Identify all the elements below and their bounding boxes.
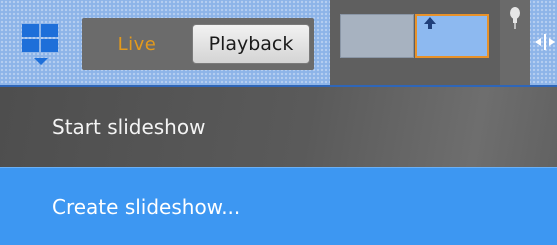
layout-thumbnail[interactable] [340, 14, 414, 58]
top-toolbar: Live Playback [0, 0, 557, 87]
menu-item-create-slideshow[interactable]: Create slideshow... [0, 167, 557, 245]
menu-item-label: Start slideshow [52, 115, 206, 139]
slideshow-dropdown-menu: Start slideshow Create slideshow... [0, 87, 557, 245]
tab-playback[interactable]: Playback [192, 24, 310, 64]
tab-live[interactable]: Live [82, 18, 192, 70]
layout-thumbnails-panel [330, 0, 500, 87]
layout-thumbnail-selected[interactable] [415, 14, 489, 58]
resize-horizontal-icon[interactable] [533, 32, 557, 52]
grid-layout-icon [22, 24, 58, 52]
menu-item-label: Create slideshow... [52, 194, 241, 219]
layouts-menu-button[interactable] [18, 8, 66, 76]
mode-switcher: Live Playback [82, 18, 314, 70]
pin-icon[interactable] [507, 6, 523, 30]
app-window: Live Playback Start slideshow Create sli… [0, 0, 557, 245]
caret-down-icon [34, 58, 48, 65]
menu-item-start-slideshow[interactable]: Start slideshow [0, 87, 557, 167]
up-arrow-icon [424, 17, 436, 29]
